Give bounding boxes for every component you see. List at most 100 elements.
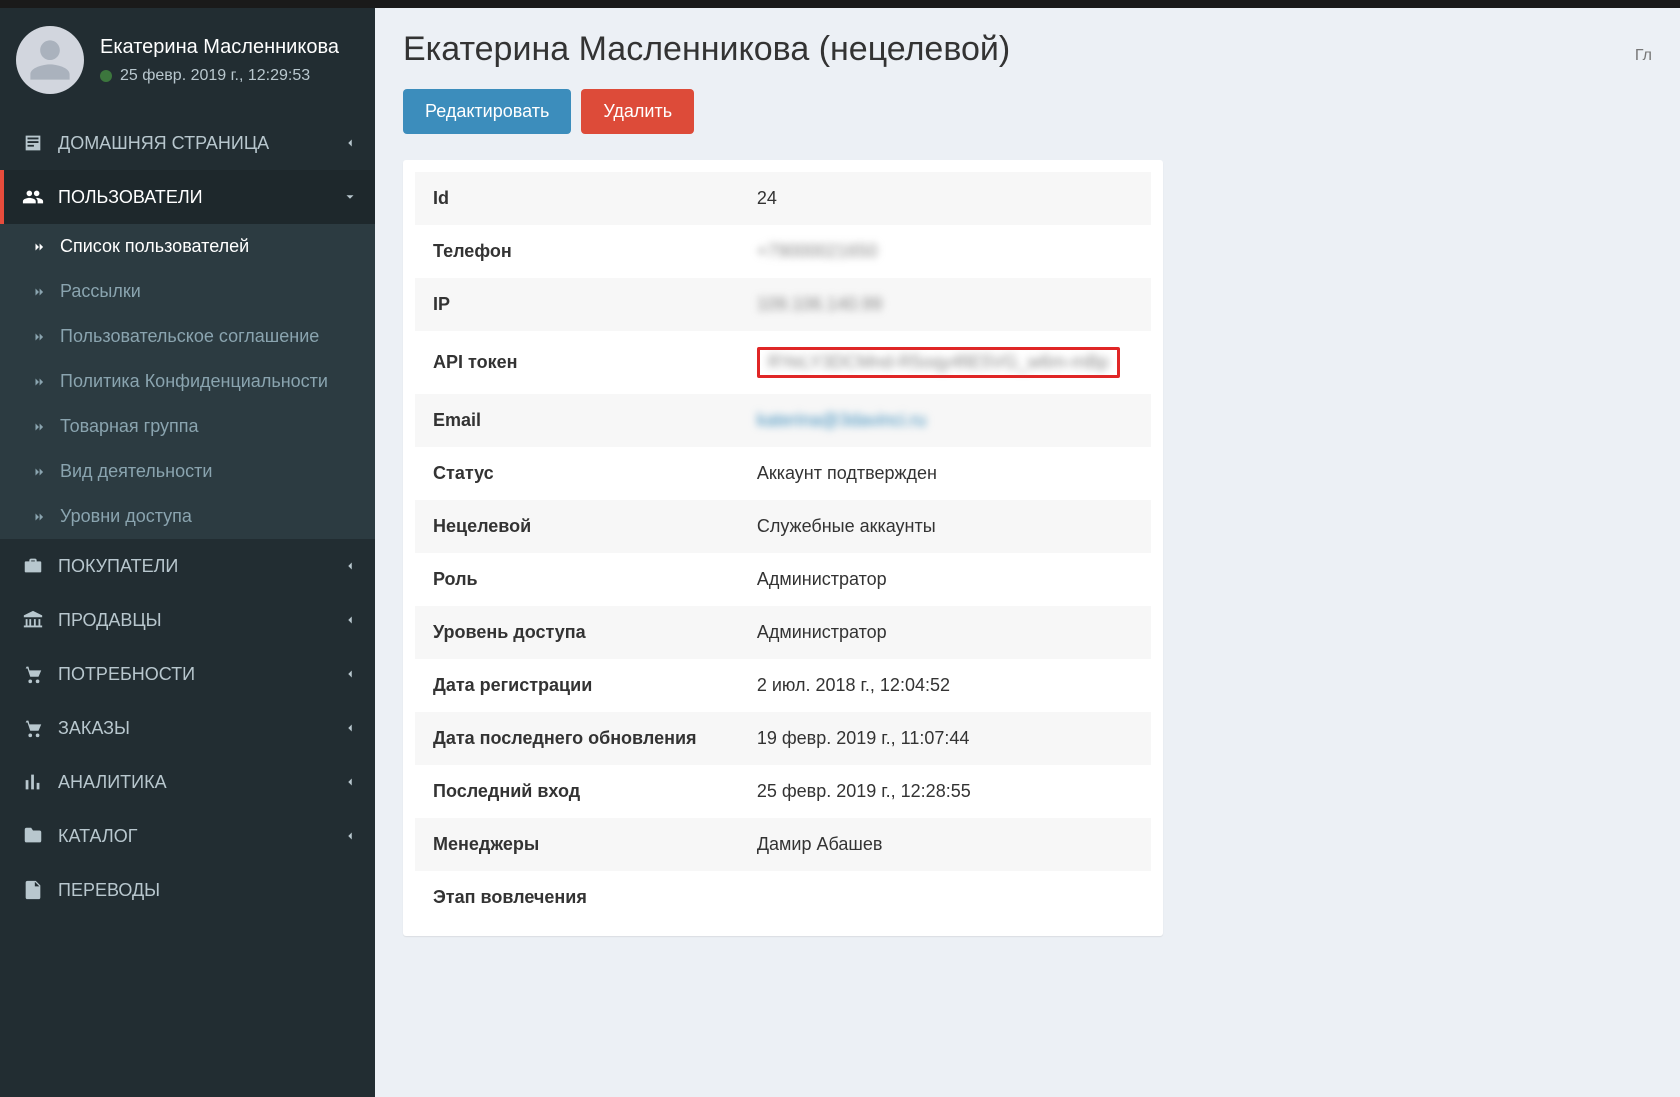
avatar <box>16 26 84 94</box>
detail-value: Администратор <box>739 553 1151 606</box>
edit-button[interactable]: Редактировать <box>403 89 571 134</box>
avatar-icon <box>26 36 74 84</box>
nav-item-home[interactable]: ДОМАШНЯЯ СТРАНИЦА <box>0 116 375 170</box>
table-row: Emailkaterina@3davinci.ru <box>415 394 1151 447</box>
subnav-item[interactable]: Политика Конфиденциальности <box>0 359 375 404</box>
detail-key: Телефон <box>415 225 739 278</box>
detail-value: katerina@3davinci.ru <box>739 394 1151 447</box>
detail-key: Id <box>415 172 739 225</box>
chevron-left-icon <box>343 559 357 573</box>
detail-key: Дата регистрации <box>415 659 739 712</box>
table-row: Уровень доступаАдминистратор <box>415 606 1151 659</box>
sidebar-nav: ДОМАШНЯЯ СТРАНИЦА ПОЛЬЗОВАТЕЛИ Список по… <box>0 116 375 917</box>
detail-value: 19 февр. 2019 г., 11:07:44 <box>739 712 1151 765</box>
detail-value: Аккаунт подтвержден <box>739 447 1151 500</box>
subnav-item[interactable]: Рассылки <box>0 269 375 314</box>
nav-label-users: ПОЛЬЗОВАТЕЛИ <box>58 187 203 208</box>
detail-value: 25 февр. 2019 г., 12:28:55 <box>739 765 1151 818</box>
chevron-left-icon <box>343 775 357 789</box>
chevron-left-icon <box>343 136 357 150</box>
subnav-label: Рассылки <box>60 281 141 302</box>
double-chevron-icon <box>32 330 46 344</box>
sidebar-user-name: Екатерина Масленникова <box>100 36 339 59</box>
users-icon <box>22 186 44 208</box>
table-row: СтатусАккаунт подтвержден <box>415 447 1151 500</box>
chevron-left-icon <box>343 613 357 627</box>
detail-value: Администратор <box>739 606 1151 659</box>
subnav-item[interactable]: Товарная группа <box>0 404 375 449</box>
nav-label-transfers: ПЕРЕВОДЫ <box>58 880 160 901</box>
nav-item-users[interactable]: ПОЛЬЗОВАТЕЛИ <box>0 170 375 224</box>
nav-label-sellers: ПРОДАВЦЫ <box>58 610 162 631</box>
chart-icon <box>22 771 44 793</box>
details-table: Id24Телефон+79000021650IP109.106.140.99A… <box>415 172 1151 924</box>
detail-key: API токен <box>415 331 739 394</box>
nav-label-home: ДОМАШНЯЯ СТРАНИЦА <box>58 133 269 154</box>
action-bar: Редактировать Удалить <box>403 89 1652 134</box>
subnav-item[interactable]: Пользовательское соглашение <box>0 314 375 359</box>
detail-value <box>739 871 1151 924</box>
nav-label-needs: ПОТРЕБНОСТИ <box>58 664 195 685</box>
nav-label-analytics: АНАЛИТИКА <box>58 772 167 793</box>
briefcase-icon <box>22 555 44 577</box>
detail-key: Дата последнего обновления <box>415 712 739 765</box>
chevron-left-icon <box>343 667 357 681</box>
breadcrumb: Гл <box>1635 47 1652 65</box>
subnav-label: Товарная группа <box>60 416 199 437</box>
nav-users-submenu: Список пользователей Рассылки Пользователь… <box>0 224 375 539</box>
nav-label-orders: ЗАКАЗЫ <box>58 718 130 739</box>
highlight-box: RYeLY3DCMnd-R5oqy4fiE5VG_w6m-mBp <box>757 347 1120 378</box>
table-row: МенеджерыДамир Абашев <box>415 818 1151 871</box>
detail-key: Нецелевой <box>415 500 739 553</box>
nav-item-buyers[interactable]: ПОКУПАТЕЛИ <box>0 539 375 593</box>
table-row: API токен RYeLY3DCMnd-R5oqy4fiE5VG_w6m-mB… <box>415 331 1151 394</box>
table-row: Дата последнего обновления19 февр. 2019 … <box>415 712 1151 765</box>
nav-item-analytics[interactable]: АНАЛИТИКА <box>0 755 375 809</box>
double-chevron-icon <box>32 375 46 389</box>
page-header: Екатерина Масленникова (нецелевой) Гл <box>403 30 1652 69</box>
subnav-item[interactable]: Вид деятельности <box>0 449 375 494</box>
table-row: НецелевойСлужебные аккаунты <box>415 500 1151 553</box>
sidebar-user-status: 25 февр. 2019 г., 12:29:53 <box>100 67 339 85</box>
detail-key: Менеджеры <box>415 818 739 871</box>
detail-value: Служебные аккаунты <box>739 500 1151 553</box>
subnav-label: Вид деятельности <box>60 461 212 482</box>
nav-item-sellers[interactable]: ПРОДАВЦЫ <box>0 593 375 647</box>
detail-value: +79000021650 <box>739 225 1151 278</box>
delete-button[interactable]: Удалить <box>581 89 694 134</box>
double-chevron-icon <box>32 510 46 524</box>
chevron-left-icon <box>343 721 357 735</box>
nav-item-catalog[interactable]: КАТАЛОГ <box>0 809 375 863</box>
detail-key: IP <box>415 278 739 331</box>
table-row: Id24 <box>415 172 1151 225</box>
chevron-left-icon <box>343 829 357 843</box>
nav-item-transfers[interactable]: ПЕРЕВОДЫ <box>0 863 375 917</box>
detail-value: 109.106.140.99 <box>739 278 1151 331</box>
detail-key: Email <box>415 394 739 447</box>
main-content: Екатерина Масленникова (нецелевой) Гл Ре… <box>375 8 1680 1097</box>
detail-key: Роль <box>415 553 739 606</box>
double-chevron-icon <box>32 240 46 254</box>
nav-item-orders[interactable]: ЗАКАЗЫ <box>0 701 375 755</box>
bank-icon <box>22 609 44 631</box>
subnav-item[interactable]: Уровни доступа <box>0 494 375 539</box>
page-title: Екатерина Масленникова (нецелевой) <box>403 30 1010 69</box>
subnav-label: Пользовательское соглашение <box>60 326 319 347</box>
subnav-item[interactable]: Список пользователей <box>0 224 375 269</box>
double-chevron-icon <box>32 285 46 299</box>
table-row: IP109.106.140.99 <box>415 278 1151 331</box>
folder-icon <box>22 825 44 847</box>
detail-key: Последний вход <box>415 765 739 818</box>
detail-value: RYeLY3DCMnd-R5oqy4fiE5VG_w6m-mBp <box>739 331 1151 394</box>
newspaper-icon <box>22 132 44 154</box>
detail-value: Дамир Абашев <box>739 818 1151 871</box>
detail-key: Уровень доступа <box>415 606 739 659</box>
cart-icon <box>22 663 44 685</box>
detail-value: 2 июл. 2018 г., 12:04:52 <box>739 659 1151 712</box>
double-chevron-icon <box>32 465 46 479</box>
table-row: Дата регистрации2 июл. 2018 г., 12:04:52 <box>415 659 1151 712</box>
details-panel: Id24Телефон+79000021650IP109.106.140.99A… <box>403 160 1163 936</box>
table-row: Телефон+79000021650 <box>415 225 1151 278</box>
nav-item-needs[interactable]: ПОТРЕБНОСТИ <box>0 647 375 701</box>
table-row: Этап вовлечения <box>415 871 1151 924</box>
